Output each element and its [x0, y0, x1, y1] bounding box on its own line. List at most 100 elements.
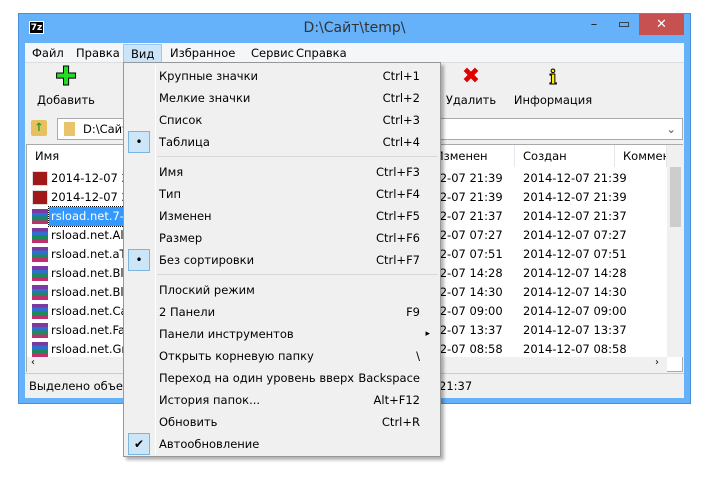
- plus-icon: ✚: [55, 62, 78, 92]
- scrollbar-thumb[interactable]: [670, 167, 681, 227]
- view-menu-item[interactable]: 2 Панели F9: [126, 301, 438, 323]
- menu-item-shortcut: Ctrl+F6: [375, 231, 420, 245]
- view-menu-item[interactable]: Мелкие значки Ctrl+2: [126, 87, 438, 109]
- view-menu-item[interactable]: Обновить Ctrl+R: [126, 411, 438, 433]
- menu-item-label: Без сортировки: [159, 253, 255, 267]
- archive-file-icon: [32, 323, 48, 338]
- file-created: 2014-12-07 14:28: [523, 266, 627, 280]
- menu-item-shortcut: Ctrl+1: [382, 69, 420, 83]
- menu-item-label: История папок...: [159, 393, 261, 407]
- view-menu-item[interactable]: ✔ Автообновление: [126, 433, 438, 455]
- view-menu-item[interactable]: Тип Ctrl+F4: [126, 183, 438, 205]
- menu-item-label: Список: [159, 113, 203, 127]
- menu-item-label: Переход на один уровень вверх: [159, 371, 355, 385]
- menu-item-label: Тип: [159, 187, 182, 201]
- file-created: 2014-12-07 09:00: [523, 304, 627, 318]
- menu-favorites[interactable]: Избранное: [163, 44, 242, 63]
- menu-edit[interactable]: Правка: [69, 44, 127, 63]
- png-file-icon: [32, 190, 48, 205]
- menu-item-label: Плоский режим: [159, 283, 255, 297]
- menu-view[interactable]: Вид: [123, 44, 163, 63]
- view-menu-item[interactable]: История папок... Alt+F12: [126, 389, 438, 411]
- menu-item-shortcut: Alt+F12: [373, 393, 420, 407]
- menu-item-label: 2 Панели: [159, 305, 216, 319]
- menu-file[interactable]: Файл: [25, 44, 71, 63]
- view-menu-item[interactable]: Переход на один уровень вверх Backspace: [126, 367, 438, 389]
- info-icon: i: [549, 65, 558, 90]
- menu-bar: Файл Правка Вид Избранное Сервис Справка: [25, 43, 684, 63]
- submenu-arrow-icon: ▸: [425, 329, 430, 339]
- delete-button[interactable]: ✖ Удалить: [445, 64, 497, 108]
- view-menu-item[interactable]: Крупные значки Ctrl+1: [126, 65, 438, 87]
- column-header-created[interactable]: Создан: [515, 145, 615, 167]
- menu-item-label: Обновить: [159, 415, 218, 429]
- menu-separator: [157, 156, 438, 157]
- file-name: rsload.net.Blu: [51, 266, 131, 280]
- minimize-button[interactable]: –: [579, 14, 609, 35]
- menu-help[interactable]: Справка: [289, 44, 354, 63]
- delete-x-icon: ✖: [461, 64, 481, 89]
- column-header-comment[interactable]: Комментарий: [615, 145, 667, 167]
- menu-item-shortcut: Ctrl+4: [382, 135, 420, 149]
- menu-item-shortcut: Ctrl+F4: [375, 187, 420, 201]
- archive-file-icon: [32, 247, 48, 262]
- info-label: Информация: [513, 93, 593, 107]
- scroll-left-icon[interactable]: ‹: [31, 357, 35, 368]
- menu-item-label: Крупные значки: [159, 69, 259, 83]
- file-created: 2014-12-07 07:27: [523, 228, 627, 242]
- menu-item-shortcut: Ctrl+F5: [375, 209, 420, 223]
- archive-file-icon: [32, 285, 48, 300]
- menu-separator: [157, 274, 438, 275]
- add-button[interactable]: ✚ Добавить: [33, 62, 99, 108]
- chevron-down-icon[interactable]: ⌄: [666, 122, 676, 136]
- file-created: 2014-12-07 21:39: [523, 171, 627, 185]
- menu-item-label: Таблица: [159, 135, 210, 149]
- radio-dot-icon: •: [128, 131, 150, 153]
- archive-file-icon: [32, 304, 48, 319]
- checkmark-icon: ✔: [128, 433, 150, 455]
- file-name: rsload.net.aTu: [51, 247, 133, 261]
- archive-file-icon: [32, 342, 48, 357]
- archive-file-icon: [32, 228, 48, 243]
- menu-item-label: Панели инструментов: [159, 327, 294, 341]
- menu-item-label: Размер: [159, 231, 203, 245]
- view-menu-item[interactable]: • Без сортировки Ctrl+F7: [126, 249, 438, 271]
- view-menu-item[interactable]: Список Ctrl+3: [126, 109, 438, 131]
- status-selected: Выделено объект: [29, 379, 137, 393]
- menu-item-label: Мелкие значки: [159, 91, 251, 105]
- menu-item-label: Имя: [159, 165, 184, 179]
- archive-file-icon: [32, 209, 48, 224]
- file-name: rsload.net.Fac: [51, 323, 132, 337]
- menu-item-shortcut: F9: [406, 305, 420, 319]
- view-menu-item[interactable]: Плоский режим: [126, 279, 438, 301]
- info-button[interactable]: i Информация: [513, 65, 593, 108]
- maximize-button[interactable]: ▭: [611, 14, 637, 35]
- menu-item-shortcut: \: [416, 349, 420, 363]
- file-name: rsload.net.7-Z: [48, 206, 135, 227]
- close-button[interactable]: ✕: [639, 14, 684, 35]
- view-dropdown-menu: Крупные значки Ctrl+1 Мелкие значки Ctrl+2 С…: [123, 62, 441, 457]
- view-menu-item[interactable]: Открыть корневую папку \: [126, 345, 438, 367]
- delete-label: Удалить: [445, 93, 497, 107]
- scroll-right-icon[interactable]: ›: [655, 357, 659, 368]
- folder-up-icon[interactable]: ↑: [31, 120, 47, 136]
- png-file-icon: [32, 171, 48, 186]
- add-label: Добавить: [37, 93, 95, 107]
- file-name: rsload.net.Blu: [51, 285, 131, 299]
- view-menu-item[interactable]: Панели инструментов ▸: [126, 323, 438, 345]
- view-menu-item[interactable]: • Таблица Ctrl+4: [126, 131, 438, 153]
- menu-item-label: Изменен: [159, 209, 212, 223]
- file-created: 2014-12-07 21:39: [523, 190, 627, 204]
- view-menu-item[interactable]: Изменен Ctrl+F5: [126, 205, 438, 227]
- menu-item-label: Открыть корневую папку: [159, 349, 314, 363]
- vertical-scrollbar[interactable]: [667, 145, 684, 357]
- file-created: 2014-12-07 07:51: [523, 247, 627, 261]
- status-time: 21:37: [439, 379, 473, 393]
- view-menu-item[interactable]: Размер Ctrl+F6: [126, 227, 438, 249]
- file-created: 2014-12-07 14:30: [523, 285, 627, 299]
- folder-icon: [64, 122, 75, 136]
- view-menu-item[interactable]: Имя Ctrl+F3: [126, 161, 438, 183]
- menu-item-shortcut: Ctrl+R: [381, 415, 420, 429]
- file-created: 2014-12-07 13:37: [523, 323, 627, 337]
- menu-item-shortcut: Ctrl+3: [382, 113, 420, 127]
